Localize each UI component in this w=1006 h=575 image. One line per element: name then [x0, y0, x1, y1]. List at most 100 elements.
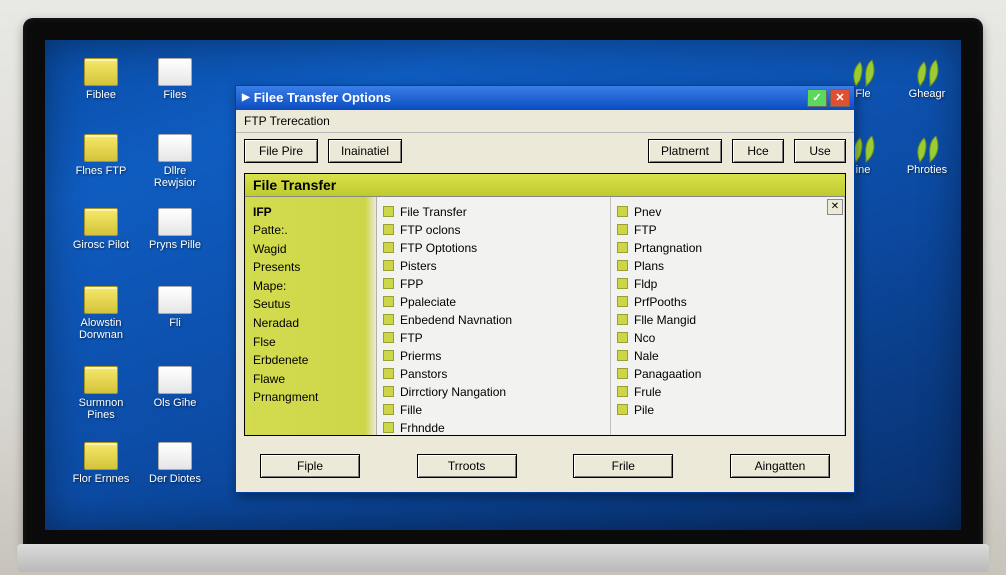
sidebar-item[interactable]: Mape: — [253, 277, 368, 296]
icon-label: Girosc Pilot — [71, 239, 131, 251]
scroll-close-icon[interactable]: ✕ — [827, 199, 843, 215]
list-item[interactable]: Flle Mangid — [617, 311, 838, 329]
item-icon — [617, 260, 628, 271]
item-icon — [383, 350, 394, 361]
list-item[interactable]: Frule — [617, 383, 838, 401]
icon-label: Dllre Rewjsior — [145, 165, 205, 189]
list-item[interactable]: Panagaation — [617, 365, 838, 383]
footer-btn-1[interactable]: Fiple — [260, 454, 360, 478]
item-icon — [617, 314, 628, 325]
item-label: Panagaation — [634, 365, 701, 383]
top-toolbar: File Pire Inainatiel Platnernt Hce Use — [236, 133, 854, 169]
file-icon — [158, 442, 192, 470]
desktop-icon[interactable]: Ols Gihe — [145, 366, 205, 409]
desktop-icon[interactable]: Gheagr — [897, 58, 957, 100]
sidebar-item[interactable]: Erbdenete — [253, 351, 368, 370]
list-item[interactable]: Plans — [617, 257, 838, 275]
item-label: PrfPooths — [634, 293, 687, 311]
confirm-button[interactable]: ✓ — [807, 89, 827, 107]
list-item[interactable]: Pile — [617, 401, 838, 419]
footer-btn-4[interactable]: Aingatten — [730, 454, 830, 478]
item-icon — [383, 242, 394, 253]
list-item[interactable]: PrfPooths — [617, 293, 838, 311]
sidebar-item[interactable]: Seutus — [253, 295, 368, 314]
list-item[interactable]: Dirrctiory Nangation — [383, 383, 604, 401]
list-item[interactable]: File Transfer — [383, 203, 604, 221]
toolbar-btn-5[interactable]: Use — [794, 139, 846, 163]
item-icon — [383, 422, 394, 433]
list-item[interactable]: Panstors — [383, 365, 604, 383]
list-item[interactable]: FTP Optotions — [383, 239, 604, 257]
list-item[interactable]: Ppaleciate — [383, 293, 604, 311]
item-label: Fille — [400, 401, 422, 419]
desktop-icon[interactable]: Pryns Pille — [145, 208, 205, 251]
list-item[interactable]: Enbedend Navnation — [383, 311, 604, 329]
desktop-icon[interactable]: Fli — [145, 286, 205, 329]
list-item[interactable]: Nco — [617, 329, 838, 347]
folder-icon — [84, 58, 118, 86]
item-icon — [617, 350, 628, 361]
list-item[interactable]: Frhndde — [383, 419, 604, 437]
monitor-bezel: Fiblee Flnes FTP Girosc Pilot Alowstin Dorw… — [23, 18, 983, 558]
desktop-icon[interactable]: Girosc Pilot — [71, 208, 131, 251]
list-item[interactable]: Pisters — [383, 257, 604, 275]
item-label: Prtangnation — [634, 239, 702, 257]
file-icon — [158, 58, 192, 86]
list-column-2: PnevFTPPrtangnationPlansFldpPrfPoothsFll… — [611, 197, 845, 435]
toolbar-btn-1[interactable]: File Pire — [244, 139, 318, 163]
footer-btn-2[interactable]: Trroots — [417, 454, 517, 478]
item-label: FTP Optotions — [400, 239, 477, 257]
desktop: Fiblee Flnes FTP Girosc Pilot Alowstin Dorw… — [45, 40, 961, 530]
sidebar-item[interactable]: Flse — [253, 333, 368, 352]
toolbar-btn-3[interactable]: Platnernt — [648, 139, 722, 163]
desktop-icon[interactable]: Flnes FTP — [71, 134, 131, 177]
item-label: FTP oclons — [400, 221, 460, 239]
item-icon — [383, 404, 394, 415]
sidebar-item[interactable]: Wagid — [253, 240, 368, 259]
window-title: Filee Transfer Options — [254, 90, 807, 105]
desktop-icon[interactable]: Flor Ernnes — [71, 442, 131, 485]
desktop-icon[interactable]: Alowstin Dorwnan — [71, 286, 131, 341]
titlebar-arrow-icon: ▶ — [242, 92, 250, 103]
sidebar-item[interactable]: Patte:. — [253, 221, 368, 240]
sidebar-item[interactable]: Neradad — [253, 314, 368, 333]
item-icon — [383, 206, 394, 217]
item-label: Nco — [634, 329, 655, 347]
icon-label: Fli — [145, 317, 205, 329]
list-item[interactable]: FTP — [617, 221, 838, 239]
toolbar-btn-2[interactable]: Inainatiel — [328, 139, 402, 163]
list-item[interactable]: FTP — [383, 329, 604, 347]
desktop-icon[interactable]: Fiblee — [71, 58, 131, 101]
list-item[interactable]: Prtangnation — [617, 239, 838, 257]
icon-label: Pryns Pille — [145, 239, 205, 251]
toolbar-btn-4[interactable]: Hce — [732, 139, 784, 163]
icon-label: Gheagr — [897, 88, 957, 100]
desktop-icon[interactable]: Surmnon Pines — [71, 366, 131, 421]
sidebar-item[interactable]: Flawe — [253, 370, 368, 389]
list-item[interactable]: Nale — [617, 347, 838, 365]
close-button[interactable]: ✕ — [830, 89, 850, 107]
footer-btn-3[interactable]: Frile — [573, 454, 673, 478]
list-item[interactable]: Pnev — [617, 203, 838, 221]
list-item[interactable]: FPP — [383, 275, 604, 293]
list-column-1: File TransferFTP oclonsFTP OptotionsPist… — [377, 197, 611, 435]
item-icon — [383, 224, 394, 235]
item-label: Frhndde — [400, 419, 445, 437]
desktop-icon[interactable]: Dllre Rewjsior — [145, 134, 205, 189]
desktop-icon[interactable]: Der Diotes — [145, 442, 205, 485]
sidebar-item[interactable]: Prnangment — [253, 388, 368, 407]
sidebar-item[interactable]: IFP — [253, 203, 368, 222]
desktop-icon[interactable]: Phroties — [897, 134, 957, 176]
desktop-icon[interactable]: Files — [145, 58, 205, 101]
folder-icon — [84, 366, 118, 394]
list-item[interactable]: Fldp — [617, 275, 838, 293]
list-item[interactable]: Prierms — [383, 347, 604, 365]
item-icon — [383, 332, 394, 343]
sidebar-item[interactable]: Presents — [253, 258, 368, 277]
monitor-base — [17, 544, 989, 572]
icon-label: Flor Ernnes — [71, 473, 131, 485]
icon-label: Der Diotes — [145, 473, 205, 485]
list-item[interactable]: Fille — [383, 401, 604, 419]
titlebar[interactable]: ▶ Filee Transfer Options ✓ ✕ — [236, 86, 854, 110]
list-item[interactable]: FTP oclons — [383, 221, 604, 239]
